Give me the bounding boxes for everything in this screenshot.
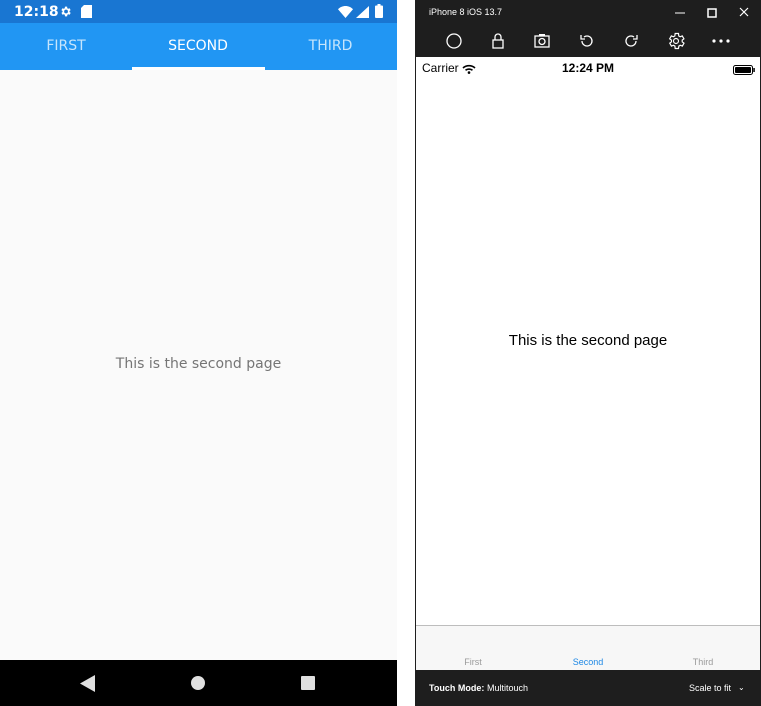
home-icon[interactable] [191, 676, 205, 690]
touch-mode-label: Touch Mode: [429, 683, 485, 693]
tab-second[interactable]: Second [531, 657, 645, 667]
signal-icon [356, 5, 369, 23]
screenshot-icon[interactable] [532, 31, 552, 51]
rotate-left-icon[interactable] [577, 31, 597, 51]
ios-status-bar: Carrier 12:24 PM [416, 57, 760, 77]
simulator-footer: Touch Mode: Multitouch Scale to fit ⌄ [415, 670, 761, 706]
tab-second[interactable]: SECOND [132, 23, 264, 70]
wifi-icon [338, 5, 353, 23]
android-page-content: This is the second page [0, 70, 397, 660]
sd-card-icon [81, 5, 92, 23]
close-icon[interactable] [736, 5, 752, 19]
recents-icon[interactable] [301, 676, 315, 690]
page-label: This is the second page [508, 332, 668, 349]
touch-mode-value[interactable]: Multitouch [487, 683, 528, 693]
home-icon[interactable] [444, 31, 464, 51]
tab-first[interactable]: FIRST [0, 23, 132, 70]
android-status-bar: 12:18 [0, 0, 397, 23]
tab-third[interactable]: Third [646, 657, 760, 667]
battery-icon [733, 62, 755, 80]
ios-device-screen: Carrier 12:24 PM This is the second page… [416, 57, 760, 670]
minimize-icon[interactable] [672, 6, 688, 18]
status-time: 12:24 PM [561, 61, 615, 75]
window-title: iPhone 8 iOS 13.7 [429, 7, 503, 17]
simulator-toolbar [415, 24, 761, 57]
battery-icon [375, 4, 383, 23]
page-label: This is the second page [115, 356, 282, 372]
android-tab-bar: FIRST SECOND THIRD [0, 23, 397, 70]
status-time: 12:18 [14, 4, 59, 20]
chevron-down-icon[interactable]: ⌄ [738, 683, 745, 692]
tab-third[interactable]: THIRD [264, 23, 397, 70]
tab-first[interactable]: First [416, 657, 530, 667]
settings-icon[interactable] [666, 31, 686, 51]
lock-icon[interactable] [488, 31, 508, 51]
ios-tab-bar: First Second Third [416, 625, 760, 670]
rotate-right-icon[interactable] [621, 31, 641, 51]
android-emulator: 12:18 FIRST SECOND THIRD This is the sec… [0, 0, 397, 706]
scale-dropdown[interactable]: Scale to fit [689, 683, 731, 693]
android-nav-bar [0, 660, 397, 706]
maximize-icon[interactable] [704, 6, 720, 18]
simulator-title-bar: iPhone 8 iOS 13.7 [415, 0, 761, 24]
settings-gear-icon [59, 5, 72, 23]
more-icon[interactable] [711, 31, 731, 51]
back-icon[interactable] [80, 675, 95, 697]
ios-simulator-window: iPhone 8 iOS 13.7 Carrier 12:24 PM This … [415, 0, 761, 706]
